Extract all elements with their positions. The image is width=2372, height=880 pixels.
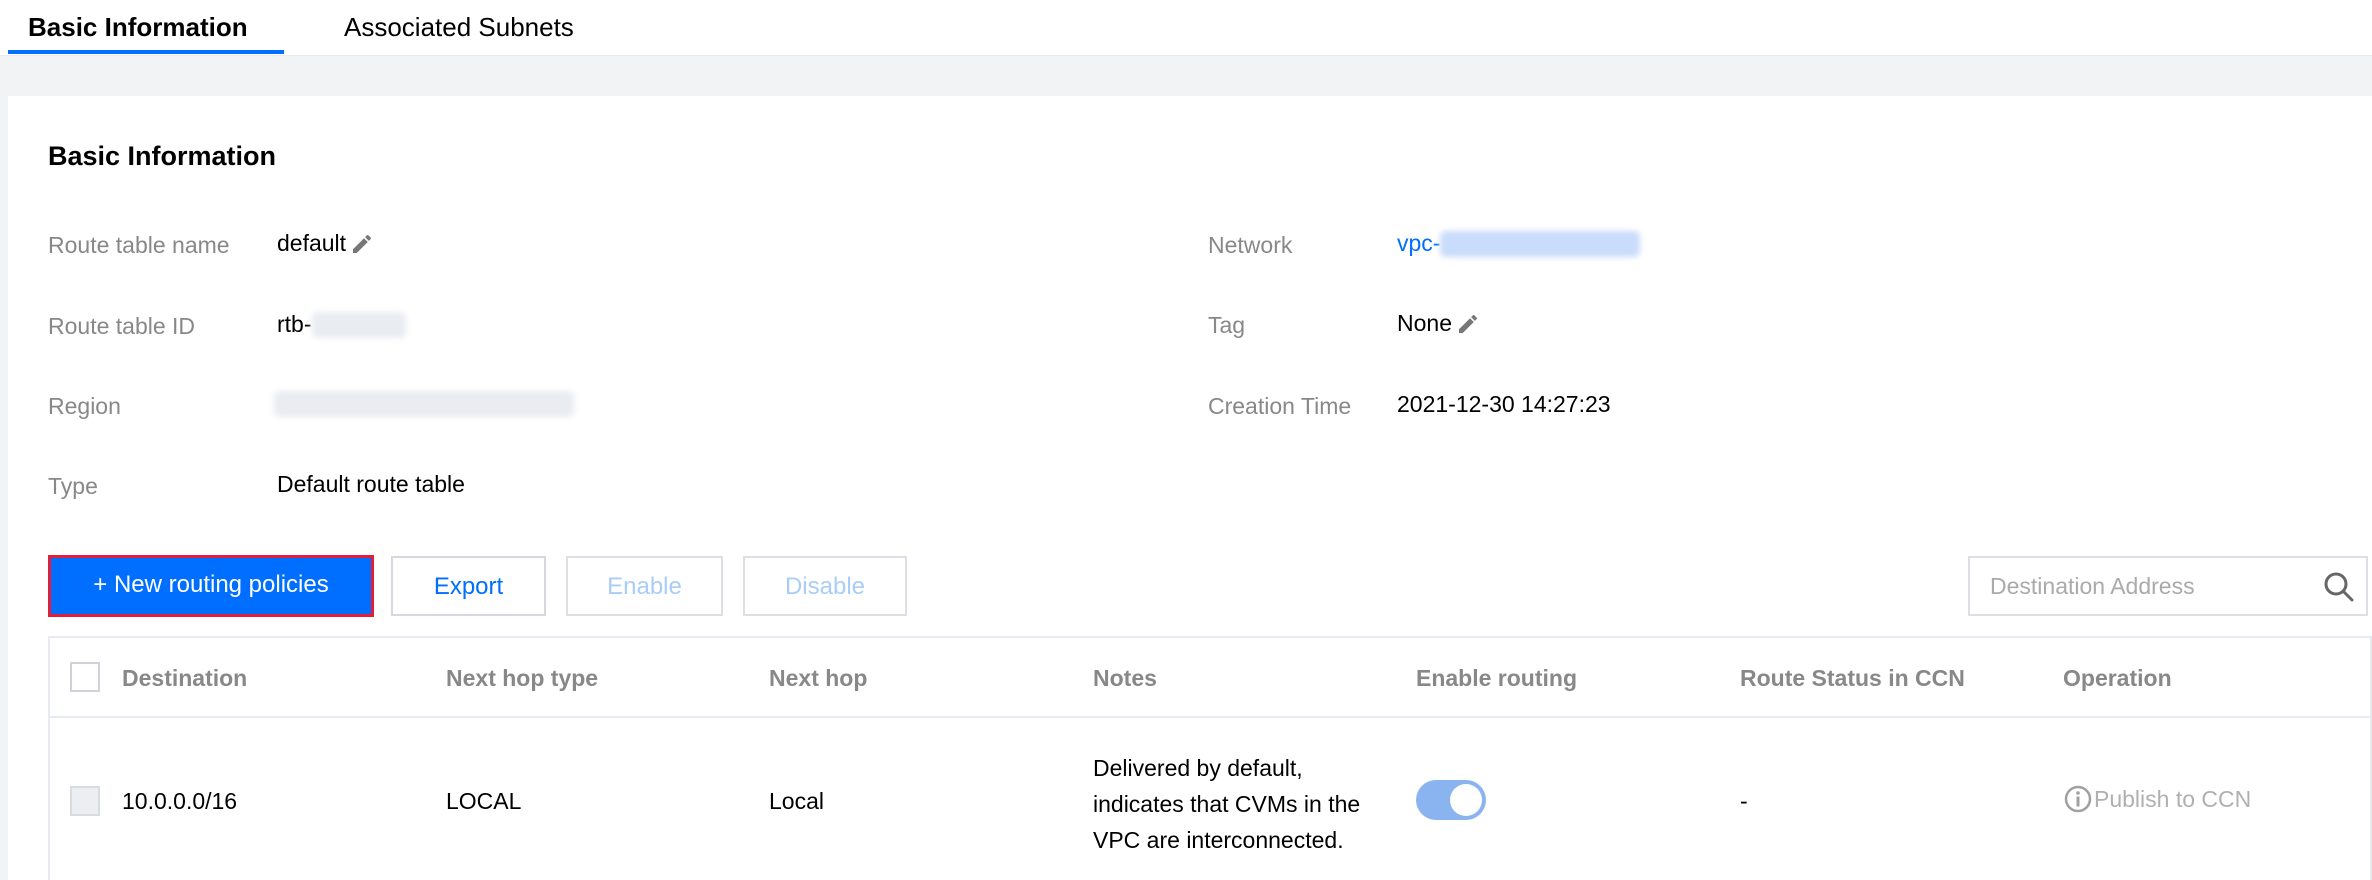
export-button[interactable]: Export	[391, 556, 546, 616]
route-table: Destination Next hop type Next hop Notes…	[48, 636, 2372, 880]
redacted-region	[274, 391, 574, 417]
enable-button[interactable]: Enable	[566, 556, 723, 616]
network-label: Network	[1208, 232, 1293, 258]
column-notes: Notes	[1093, 665, 1157, 691]
tag-value: None	[1397, 310, 1480, 337]
route-table-id-text: rtb-	[277, 311, 312, 337]
info-icon	[2064, 785, 2092, 813]
publish-to-ccn-label[interactable]: Publish to CCN	[2094, 786, 2251, 813]
cell-next-hop: Local	[769, 788, 824, 814]
column-operation: Operation	[2063, 665, 2172, 691]
redacted-route-table-id	[311, 311, 406, 338]
toggle-knob	[1450, 784, 1482, 816]
table-header: Destination Next hop type Next hop Notes…	[50, 638, 2370, 718]
cell-next-hop-type: LOCAL	[446, 788, 522, 814]
enable-routing-toggle[interactable]	[1416, 780, 1486, 820]
publish-to-ccn-action[interactable]: Publish to CCN	[2064, 785, 2251, 813]
creation-time-label: Creation Time	[1208, 393, 1352, 419]
disable-button[interactable]: Disable	[743, 556, 907, 616]
edit-tag-icon[interactable]	[1456, 312, 1480, 336]
region-value	[274, 391, 574, 417]
tag-label: Tag	[1208, 312, 1246, 338]
active-tab-indicator	[8, 50, 284, 54]
destination-address-input[interactable]	[1970, 558, 2310, 614]
cell-destination: 10.0.0.0/16	[122, 788, 238, 814]
tab-associated-subnets[interactable]: Associated Subnets	[344, 0, 574, 56]
destination-search	[1968, 556, 2368, 616]
column-next-hop-type: Next hop type	[446, 665, 599, 691]
cell-ccn-status: -	[1740, 788, 1748, 814]
route-table-id-label: Route table ID	[48, 313, 196, 339]
redacted-network-id	[1440, 230, 1641, 257]
cell-notes: Delivered by default, indicates that CVM…	[1093, 755, 1361, 853]
row-checkbox	[70, 786, 100, 816]
edit-name-icon[interactable]	[350, 232, 374, 256]
creation-time-value: 2021-12-30 14:27:23	[1397, 391, 1611, 417]
route-table-name-label: Route table name	[48, 232, 230, 258]
route-table-name-text: default	[277, 230, 347, 256]
region-label: Region	[48, 393, 121, 419]
section-title: Basic Information	[48, 141, 277, 171]
tag-text: None	[1397, 310, 1452, 336]
column-enable-routing: Enable routing	[1416, 665, 1577, 691]
network-link[interactable]: vpc-	[1397, 230, 1641, 257]
new-routing-policies-button[interactable]: + New routing policies	[48, 555, 374, 617]
tab-basic-information[interactable]: Basic Information	[8, 0, 284, 56]
type-label: Type	[48, 473, 98, 499]
route-table-id-value: rtb-	[277, 311, 406, 338]
route-table-name-value: default	[277, 230, 374, 257]
column-next-hop: Next hop	[769, 665, 868, 691]
column-route-status-ccn: Route Status in CCN	[1740, 665, 1965, 691]
tab-bar: Basic Information Associated Subnets	[0, 0, 2372, 56]
column-destination: Destination	[122, 665, 248, 691]
network-text[interactable]: vpc-	[1397, 230, 1440, 257]
type-value: Default route table	[277, 471, 465, 497]
select-all-checkbox[interactable]	[70, 662, 100, 692]
search-icon[interactable]	[2322, 570, 2356, 604]
